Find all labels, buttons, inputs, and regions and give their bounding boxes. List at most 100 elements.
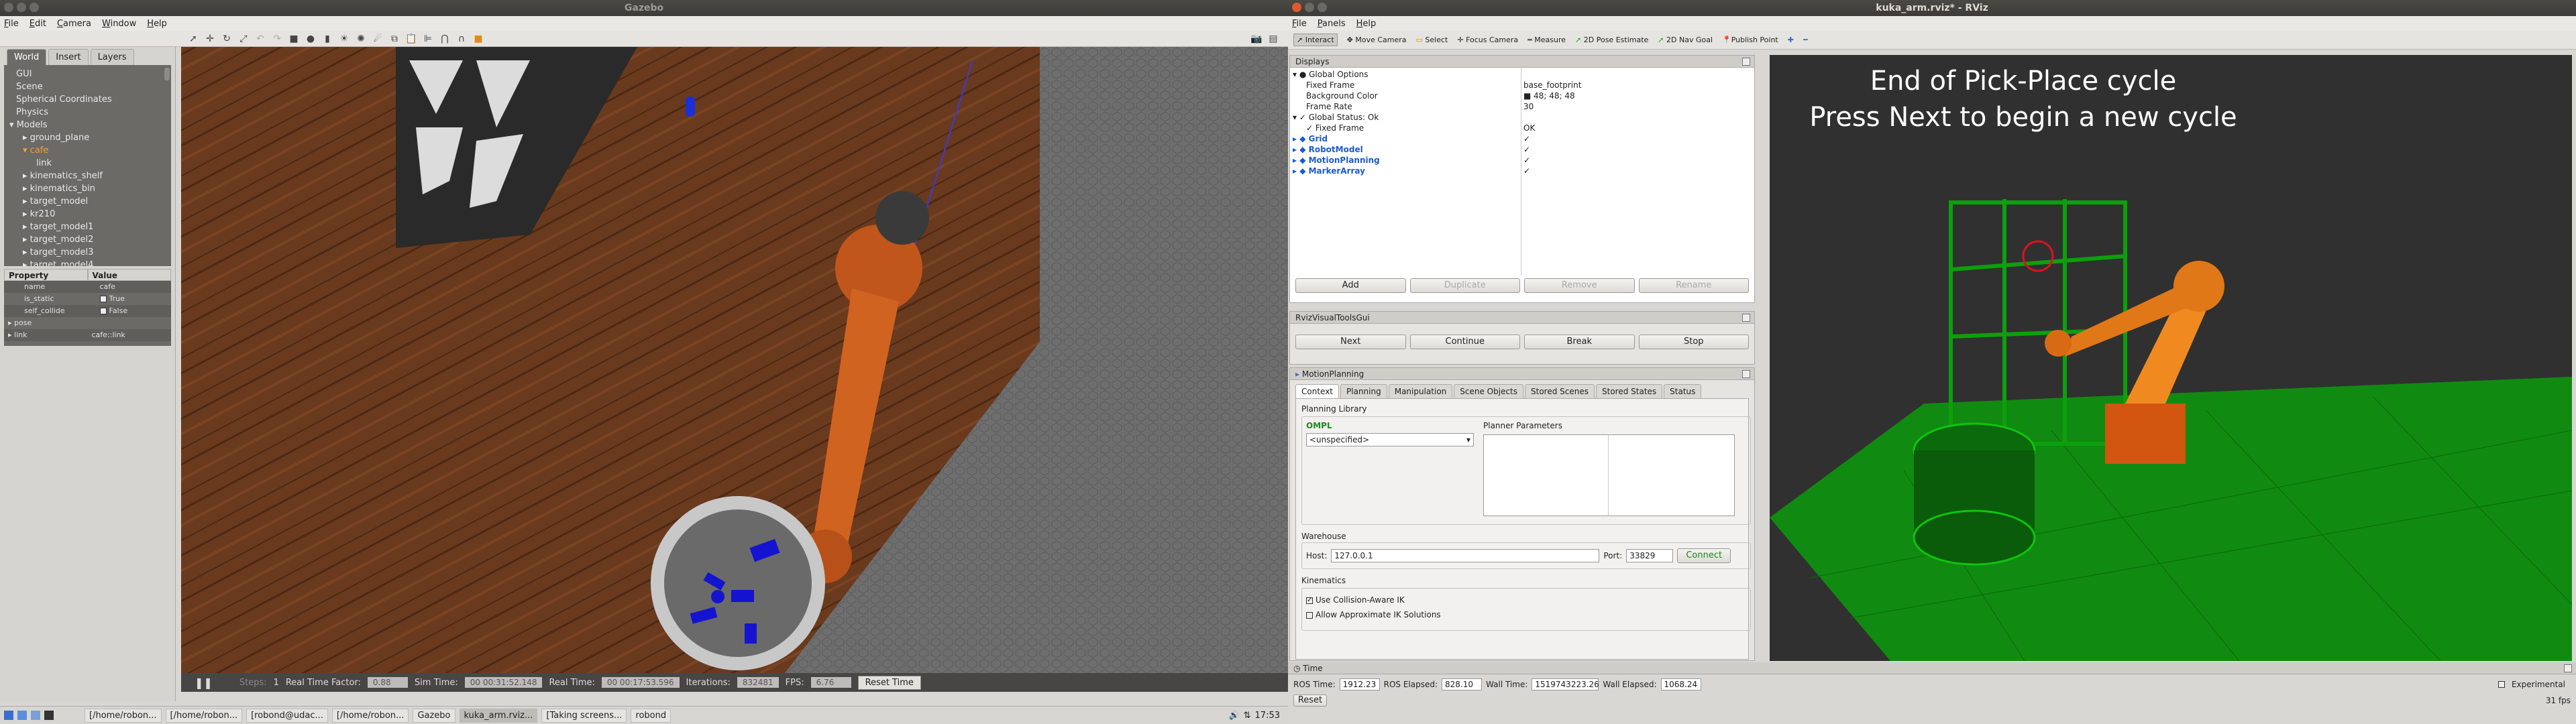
visual-tools-close-icon[interactable]: [1742, 314, 1750, 322]
tree-item[interactable]: ▸ ground_plane: [4, 131, 171, 144]
property-row[interactable]: ▸ pose: [4, 317, 171, 329]
arrow-select-icon[interactable]: ➚: [188, 34, 199, 44]
display-row[interactable]: Fixed Frame base_footprint: [1293, 80, 1752, 90]
copy-icon[interactable]: ⧉: [389, 34, 400, 44]
displays-close-icon[interactable]: [1742, 58, 1750, 66]
tree-item[interactable]: Scene: [4, 80, 171, 93]
rviz-menu-panels[interactable]: Panels: [1318, 19, 1346, 29]
reset-button[interactable]: Reset: [1293, 695, 1327, 707]
taskbar-item-gazebo[interactable]: Gazebo: [413, 708, 455, 723]
orange-view-icon[interactable]: ■: [473, 34, 484, 44]
menu-file[interactable]: File: [4, 19, 19, 29]
scale-icon[interactable]: ⤢: [238, 34, 249, 44]
tree-item[interactable]: ▸ kr210: [4, 208, 171, 221]
tool-interact[interactable]: ➚ Interact: [1293, 34, 1338, 46]
rotate-icon[interactable]: ↻: [221, 34, 232, 44]
magnet-icon[interactable]: ∩: [456, 34, 467, 44]
port-input[interactable]: 33829: [1626, 549, 1674, 562]
remove-display-button[interactable]: Remove: [1524, 278, 1635, 293]
property-row[interactable]: self_collide False: [4, 305, 171, 317]
add-display-button[interactable]: Add: [1295, 278, 1406, 293]
tree-item[interactable]: ▸ target_model4: [4, 259, 171, 266]
host-input[interactable]: 127.0.0.1: [1331, 549, 1600, 562]
connect-button[interactable]: Connect: [1677, 548, 1731, 563]
taskbar-item-robond[interactable]: robond: [631, 708, 672, 723]
reset-time-button[interactable]: Reset Time: [857, 675, 921, 690]
record-icon[interactable]: ▤: [1268, 34, 1279, 44]
translate-icon[interactable]: ✛: [205, 34, 215, 44]
menu-camera[interactable]: Camera: [57, 19, 91, 29]
tab-context[interactable]: Context: [1295, 384, 1340, 398]
rviz-maximize-icon[interactable]: [1318, 3, 1327, 12]
remove-tool-icon[interactable]: ━: [1803, 36, 1808, 44]
panel-splitter-left[interactable]: [1763, 55, 1768, 661]
gazebo-3d-view[interactable]: [181, 47, 1288, 673]
tree-item[interactable]: ▾ cafe: [4, 144, 171, 157]
launcher-icon[interactable]: [17, 711, 27, 720]
tool-focus-camera[interactable]: ✛ Focus Camera: [1457, 36, 1518, 44]
add-tool-icon[interactable]: ✚: [1788, 36, 1794, 44]
tab-world[interactable]: World: [7, 49, 47, 65]
motion-planning-close-icon[interactable]: [1742, 370, 1750, 378]
redo-icon[interactable]: ↷: [272, 34, 282, 44]
rviz-3d-view[interactable]: End of Pick-Place cycle Press Next to be…: [1770, 55, 2572, 661]
property-row[interactable]: name cafe: [4, 281, 171, 293]
tab-stored-states[interactable]: Stored States: [1596, 384, 1663, 398]
time-close-icon[interactable]: [2564, 664, 2572, 672]
volume-icon[interactable]: 🔊: [1228, 711, 1239, 721]
rename-display-button[interactable]: Rename: [1638, 278, 1749, 293]
tool-move-camera[interactable]: ✥ Move Camera: [1347, 36, 1407, 44]
tool-select[interactable]: ▭ Select: [1416, 36, 1448, 44]
menu-help[interactable]: Help: [147, 19, 167, 29]
rviz-minimize-icon[interactable]: [1305, 3, 1314, 12]
pause-icon[interactable]: ❚❚: [195, 676, 213, 689]
minimize-icon[interactable]: [17, 3, 26, 12]
taskbar-item-screenshot[interactable]: [Taking screens...: [541, 708, 627, 723]
menu-window[interactable]: Window: [102, 19, 136, 29]
pointlight-icon[interactable]: ☀: [339, 34, 350, 44]
network-icon[interactable]: ⇅: [1244, 711, 1251, 721]
tree-item[interactable]: ▸ target_model1: [4, 221, 171, 233]
paste-icon[interactable]: 📋: [405, 34, 417, 44]
tree-item[interactable]: ▸ target_model: [4, 195, 171, 208]
taskbar-item-terminal-2[interactable]: [/home/robon...: [165, 708, 243, 723]
property-row[interactable]: ▸ link cafe::link: [4, 329, 171, 341]
tab-layers[interactable]: Layers: [90, 49, 134, 65]
planner-select[interactable]: <unspecified> ▾: [1306, 433, 1474, 446]
snap-icon[interactable]: ⋂: [439, 34, 450, 44]
property-checkbox[interactable]: [99, 308, 107, 314]
terminal-icon[interactable]: [44, 711, 54, 720]
rviz-close-icon[interactable]: [1292, 3, 1301, 12]
tool-publish-point[interactable]: 📍Publish Point: [1722, 36, 1778, 44]
display-row[interactable]: ▸ ◆ RobotModel ✓: [1293, 144, 1752, 155]
tool-2d-pose[interactable]: ➚ 2D Pose Estimate: [1575, 36, 1648, 44]
display-row[interactable]: ✓ Fixed Frame OK: [1293, 123, 1752, 133]
close-icon[interactable]: [4, 3, 13, 12]
taskbar-item-terminal-4[interactable]: [/home/robon...: [331, 708, 409, 723]
tree-item[interactable]: ▾ Models: [4, 119, 171, 131]
tree-item[interactable]: link: [4, 157, 171, 170]
spotlight-icon[interactable]: ✺: [356, 34, 366, 44]
steps-value[interactable]: 1: [274, 678, 279, 688]
property-checkbox[interactable]: [99, 296, 107, 302]
dirlight-icon[interactable]: ☄: [372, 34, 383, 44]
tree-item[interactable]: Spherical Coordinates: [4, 93, 171, 106]
tree-item[interactable]: GUI: [4, 68, 171, 80]
tree-item[interactable]: ▸ target_model3: [4, 246, 171, 259]
tab-planning[interactable]: Planning: [1340, 384, 1387, 398]
tree-item[interactable]: ▸ target_model2: [4, 233, 171, 246]
tab-status[interactable]: Status: [1664, 384, 1702, 398]
sphere-shape-icon[interactable]: ●: [305, 34, 316, 44]
tree-scrollbar[interactable]: [164, 68, 170, 80]
maximize-icon[interactable]: [30, 3, 39, 12]
rviz-menu-file[interactable]: File: [1292, 19, 1307, 29]
display-row[interactable]: Frame Rate 30: [1293, 101, 1752, 112]
box-shape-icon[interactable]: ■: [288, 34, 299, 44]
display-row[interactable]: ▸ ◆ MotionPlanning ✓: [1293, 155, 1752, 166]
rviz-menu-help[interactable]: Help: [1356, 19, 1377, 29]
experimental-checkbox[interactable]: [2498, 681, 2505, 688]
display-row[interactable]: ▾ ● Global Options: [1293, 69, 1752, 80]
planner-params-table[interactable]: [1483, 434, 1735, 516]
files-icon[interactable]: [31, 711, 40, 720]
menu-edit[interactable]: Edit: [30, 19, 46, 29]
